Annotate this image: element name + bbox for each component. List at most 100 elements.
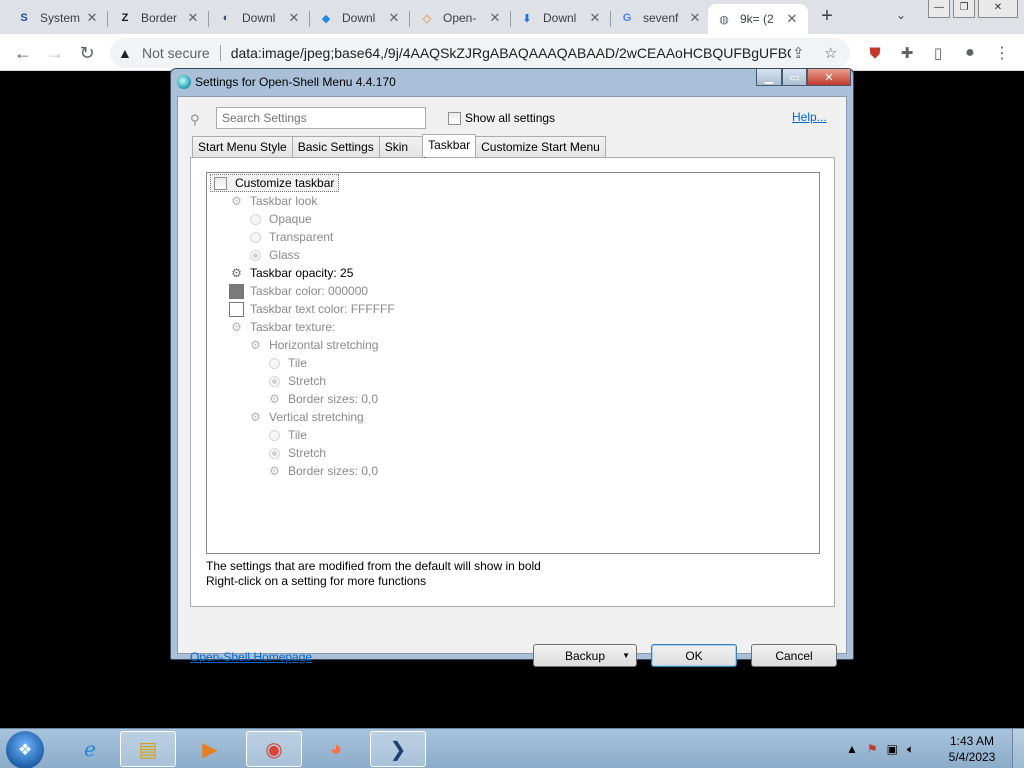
action-center-flag-icon[interactable]: ⚑ bbox=[867, 742, 878, 756]
tab-basic-settings[interactable]: Basic Settings bbox=[291, 136, 380, 157]
setting-row[interactable]: Taskbar color: 000000 bbox=[229, 282, 368, 300]
setting-row[interactable]: Glass bbox=[248, 246, 300, 264]
footnote: The settings that are modified from the … bbox=[206, 559, 541, 589]
tray-expand-arrow-icon[interactable]: ▲ bbox=[846, 742, 858, 756]
tab-customize-start-menu[interactable]: Customize Start Menu bbox=[475, 136, 606, 157]
browser-maximize-button[interactable]: ❐ bbox=[953, 0, 975, 18]
network-icon[interactable]: ▣ bbox=[887, 742, 898, 756]
setting-row[interactable]: ⚙ Taskbar texture: bbox=[229, 318, 335, 336]
cancel-button[interactable]: Cancel bbox=[751, 644, 837, 667]
show-all-settings[interactable]: Show all settings bbox=[448, 111, 555, 125]
open-shell-homepage-link[interactable]: Open-Shell Homepage bbox=[190, 650, 312, 664]
tab-close-icon[interactable]: ✕ bbox=[84, 10, 100, 26]
forward-arrow-icon[interactable]: → bbox=[42, 40, 68, 66]
browser-tab[interactable]: Z Border ✕ bbox=[109, 4, 209, 32]
warning-icon[interactable]: ▲ bbox=[118, 45, 134, 61]
tab-close-icon[interactable]: ✕ bbox=[784, 11, 800, 27]
show-desktop-button[interactable] bbox=[1012, 729, 1024, 768]
tab-title: Border bbox=[141, 11, 178, 25]
tab-favicon-icon: ◐ bbox=[222, 12, 230, 24]
setting-row[interactable]: Taskbar text color: FFFFFF bbox=[229, 300, 395, 318]
setting-label: Tile bbox=[288, 356, 307, 370]
setting-row[interactable]: ⚙ Horizontal stretching bbox=[248, 336, 378, 354]
color-swatch-icon bbox=[229, 301, 244, 317]
tab-close-icon[interactable]: ✕ bbox=[487, 10, 503, 26]
file-explorer-folder-icon[interactable]: ▤ bbox=[120, 731, 176, 767]
new-tab-button[interactable]: + bbox=[816, 6, 838, 28]
dialog-minimize-button[interactable]: ▁ bbox=[756, 69, 782, 86]
start-orb-windows-icon[interactable]: ❖ bbox=[6, 731, 44, 768]
ublock-shield-icon[interactable]: ⛊ bbox=[862, 40, 888, 66]
browser-tab[interactable]: ◐ Downl ✕ bbox=[210, 4, 310, 32]
search-settings-input[interactable] bbox=[216, 107, 426, 129]
extensions-puzzle-icon[interactable]: ✚ bbox=[894, 40, 920, 66]
browser-tab[interactable]: ⬇ Downl ✕ bbox=[511, 4, 611, 32]
browser-tab[interactable]: ◆ Downl ✕ bbox=[310, 4, 410, 32]
browser-tab[interactable]: ◍ 9k= (2 ✕ bbox=[708, 4, 808, 34]
setting-row[interactable]: ⚙ Vertical stretching bbox=[248, 408, 364, 426]
open-shell-shell-icon bbox=[177, 75, 191, 89]
setting-label: Taskbar color: 000000 bbox=[250, 284, 369, 298]
back-arrow-icon[interactable]: ← bbox=[10, 40, 36, 66]
browser-tab[interactable]: ◇ Open- ✕ bbox=[411, 4, 511, 32]
customize-taskbar-checkbox[interactable] bbox=[214, 176, 227, 190]
setting-row[interactable]: Opaque bbox=[248, 210, 312, 228]
chrome-icon[interactable]: ◉ bbox=[246, 731, 302, 767]
help-link[interactable]: Help... bbox=[792, 110, 827, 124]
customize-taskbar-row[interactable]: Customize taskbar bbox=[210, 174, 340, 192]
security-label[interactable]: Not secure bbox=[142, 45, 210, 61]
address-bar[interactable]: ▲ Not secure data:image/jpeg;base64,/9j/… bbox=[110, 38, 850, 68]
browser-close-button[interactable]: ✕ bbox=[978, 0, 1018, 18]
setting-row[interactable]: Tile bbox=[267, 426, 307, 444]
setting-row[interactable]: ⚙ Taskbar opacity: 25 bbox=[229, 264, 353, 282]
profile-avatar-icon[interactable]: ● bbox=[957, 40, 983, 66]
tab-close-icon[interactable]: ✕ bbox=[185, 10, 201, 26]
media-player-icon[interactable]: ▶ bbox=[182, 731, 238, 767]
dialog-title-bar[interactable]: Settings for Open-Shell Menu 4.4.170 bbox=[171, 69, 853, 95]
bookmark-star-icon[interactable]: ☆ bbox=[824, 44, 837, 62]
firefox-icon[interactable]: ◕ bbox=[308, 731, 364, 767]
url-text[interactable]: data:image/jpeg;base64,/9j/4AAQSkZJRgABA… bbox=[231, 45, 791, 61]
browser-minimize-button[interactable]: — bbox=[928, 0, 950, 18]
dialog-close-button[interactable]: ✕ bbox=[807, 69, 851, 86]
radio-icon bbox=[250, 231, 261, 243]
backup-button[interactable]: Backup ▼ bbox=[533, 644, 637, 667]
tab-search-chevron-icon[interactable]: ⌄ bbox=[896, 8, 906, 22]
setting-row[interactable]: Tile bbox=[267, 354, 307, 372]
tab-close-icon[interactable]: ✕ bbox=[286, 10, 302, 26]
setting-label: Horizontal stretching bbox=[269, 338, 379, 352]
gear-icon: ⚙ bbox=[231, 194, 242, 208]
setting-row[interactable]: ⚙ Border sizes: 0,0 bbox=[267, 462, 378, 480]
ok-button[interactable]: OK bbox=[651, 644, 737, 667]
dialog-maximize-button[interactable]: ▭ bbox=[782, 69, 807, 86]
tab-skin[interactable]: Skin bbox=[378, 136, 424, 157]
side-panel-icon[interactable]: ▯ bbox=[925, 40, 951, 66]
browser-tab[interactable]: Gsevenf ✕ bbox=[611, 4, 711, 32]
setting-label: Stretch bbox=[288, 446, 327, 460]
browser-tab[interactable]: S System ✕ bbox=[8, 4, 108, 32]
tab-taskbar[interactable]: Taskbar bbox=[422, 134, 477, 157]
setting-row[interactable]: Stretch bbox=[267, 444, 326, 462]
tab-close-icon[interactable]: ✕ bbox=[587, 10, 603, 26]
show-all-checkbox[interactable] bbox=[448, 111, 461, 125]
setting-row[interactable]: Transparent bbox=[248, 228, 333, 246]
gear-icon: ⚙ bbox=[269, 392, 280, 406]
tab-start-menu-style[interactable]: Start Menu Style bbox=[192, 136, 293, 157]
clock[interactable]: 1:43 AM 5/4/2023 bbox=[944, 733, 1000, 765]
tab-close-icon[interactable]: ✕ bbox=[687, 10, 703, 26]
setting-row[interactable]: ⚙ Taskbar look bbox=[229, 192, 317, 210]
chrome-menu-icon[interactable]: ⋮ bbox=[989, 40, 1015, 66]
reload-icon[interactable]: ↻ bbox=[74, 40, 100, 66]
radio-icon bbox=[269, 447, 280, 459]
share-icon[interactable]: ⇪ bbox=[792, 44, 805, 62]
powershell-icon[interactable]: ❯ bbox=[370, 731, 426, 767]
settings-dialog: Settings for Open-Shell Menu 4.4.170 ▁ ▭… bbox=[170, 68, 854, 667]
tab-close-icon[interactable]: ✕ bbox=[386, 10, 402, 26]
volume-speaker-icon[interactable]: 🔈︎ bbox=[907, 742, 914, 757]
setting-row[interactable]: ⚙ Border sizes: 0,0 bbox=[267, 390, 378, 408]
settings-tree[interactable]: Customize taskbar ⚙ Taskbar look Opaque Tran… bbox=[206, 172, 820, 554]
internet-explorer-icon[interactable]: ℯ bbox=[62, 731, 118, 767]
tab-title: System bbox=[40, 11, 81, 25]
setting-row[interactable]: Stretch bbox=[267, 372, 326, 390]
dialog-body: ⚲ Show all settings Help... Start Menu S… bbox=[177, 96, 847, 667]
